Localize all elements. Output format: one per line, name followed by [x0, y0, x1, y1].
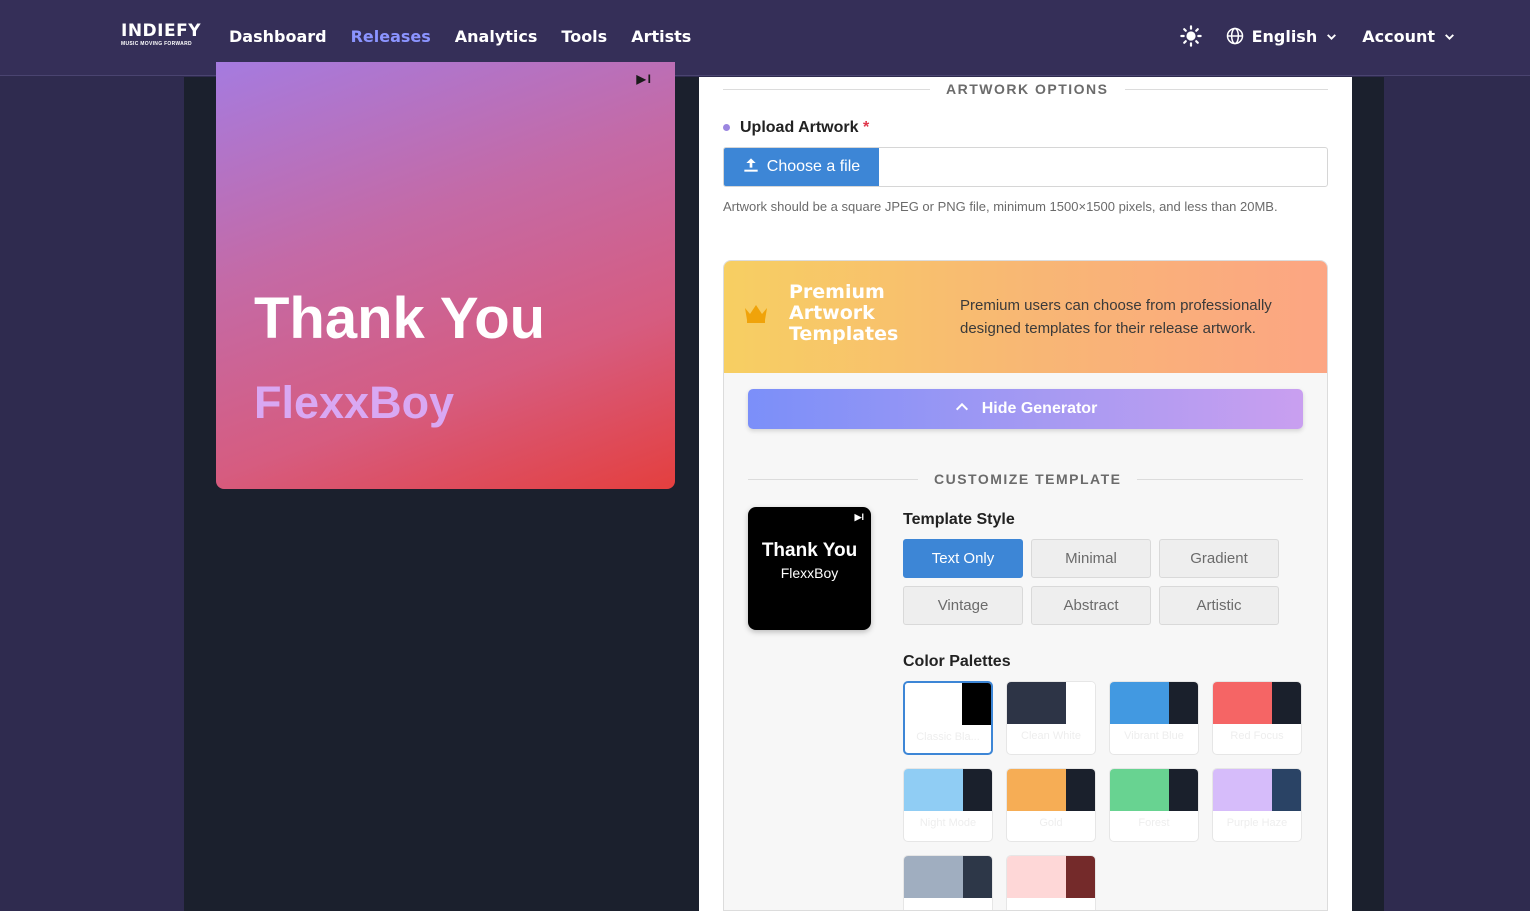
style-gradient[interactable]: Gradient [1159, 539, 1279, 578]
color-palette-option[interactable]: Red Focus [1212, 681, 1302, 755]
style-vintage[interactable]: Vintage [903, 586, 1023, 625]
color-palette-option[interactable]: Forest [1109, 768, 1199, 842]
theme-toggle-icon[interactable] [1179, 25, 1202, 47]
palette-swatch [1007, 769, 1095, 811]
palette-name: Night Mode [919, 817, 977, 829]
palette-swatch [905, 683, 991, 725]
account-label: Account [1362, 26, 1435, 46]
hide-generator-button[interactable]: Hide Generator [748, 389, 1303, 429]
palette-name: Forest [1138, 817, 1170, 829]
logo-word: INDIEFY [121, 21, 202, 41]
palette-name: Red Focus [1230, 730, 1284, 742]
palette-swatch [1007, 856, 1095, 898]
logo-mark-icon: ▶I [854, 512, 864, 522]
file-upload-field[interactable]: Choose a file [723, 147, 1328, 187]
premium-description: Premium users can choose from profession… [960, 297, 1272, 337]
color-palette-options: Classic Bla... Clean White Vibrant Blue Red… [903, 681, 1302, 910]
language-label: English [1251, 26, 1318, 46]
style-abstract[interactable]: Abstract [1031, 586, 1151, 625]
bullet-dot [723, 124, 730, 132]
crown-icon [744, 303, 768, 328]
logo-tagline: MUSIC MOVING FORWARD [121, 41, 192, 47]
language-selector[interactable]: English [1226, 27, 1339, 46]
mini-artist: FlexxBoy [780, 565, 839, 581]
palette-name: Classic Bla... [916, 731, 980, 743]
style-minimal[interactable]: Minimal [1031, 539, 1151, 578]
chevron-down-icon [1443, 30, 1456, 43]
artwork-options-panel: ARTWORK OPTIONS Upload Artwork * Choose … [699, 77, 1352, 911]
palette-swatch [904, 769, 992, 811]
color-palette-option[interactable] [1006, 855, 1096, 910]
color-palette-option[interactable]: Vibrant Blue [1109, 681, 1199, 755]
template-preview-thumbnail: ▶I Thank You FlexxBoy [748, 507, 871, 630]
palette-name: Purple Haze [1226, 817, 1288, 829]
color-palette-option[interactable]: Clean White [1006, 681, 1096, 755]
template-style-options: Text Only Minimal Gradient Vintage Abstr… [903, 539, 1279, 625]
upload-help-text: Artwork should be a square JPEG or PNG f… [723, 199, 1278, 214]
choose-file-button[interactable]: Choose a file [724, 148, 879, 186]
palette-swatch [1110, 682, 1198, 724]
color-palettes-label: Color Palettes [903, 653, 1011, 670]
color-palette-option[interactable]: Purple Haze [1212, 768, 1302, 842]
palette-name: Vibrant Blue [1124, 730, 1184, 742]
upload-icon [743, 157, 759, 178]
palette-swatch [1213, 682, 1301, 724]
preview-artist: FlexxBoy [254, 377, 455, 428]
palette-swatch [1007, 682, 1095, 724]
style-artistic[interactable]: Artistic [1159, 586, 1279, 625]
palette-swatch [1213, 769, 1301, 811]
style-text-only[interactable]: Text Only [903, 539, 1023, 578]
color-palette-option[interactable]: Night Mode [903, 768, 993, 842]
palette-swatch [1110, 769, 1198, 811]
mini-title: Thank You [761, 540, 858, 561]
chevron-down-icon [1325, 30, 1338, 43]
artwork-preview: ▶I Thank You FlexxBoy [216, 62, 675, 489]
right-nav: English Account [1179, 25, 1456, 47]
upload-artwork-label: Upload Artwork * [723, 119, 869, 137]
preview-title: Thank You [254, 286, 546, 351]
globe-icon [1226, 27, 1244, 45]
palette-name: Gold [1039, 817, 1063, 829]
main-nav: Dashboard Releases Analytics Tools Artis… [229, 27, 691, 47]
indiefy-logo[interactable]: INDIEFY MUSIC MOVING FORWARD [121, 22, 201, 47]
chevron-up-icon [954, 399, 970, 420]
nav-analytics[interactable]: Analytics [455, 27, 538, 47]
account-menu[interactable]: Account [1362, 27, 1456, 46]
nav-tools[interactable]: Tools [561, 27, 607, 47]
logo-mark-icon: ▶I [636, 72, 653, 86]
nav-artists[interactable]: Artists [631, 27, 691, 47]
palette-name: Clean White [1021, 730, 1081, 742]
artwork-options-heading: ARTWORK OPTIONS [723, 81, 1328, 97]
nav-dashboard[interactable]: Dashboard [229, 27, 327, 47]
color-palette-option[interactable]: Gold [1006, 768, 1096, 842]
palette-swatch [904, 856, 992, 898]
premium-templates-card: Premium Artwork Templates Premium users … [723, 260, 1328, 911]
customize-template-heading: CUSTOMIZE TEMPLATE [748, 471, 1303, 487]
premium-header: Premium Artwork Templates Premium users … [724, 261, 1327, 373]
template-style-label: Template Style [903, 511, 1015, 528]
premium-title: Premium Artwork Templates [789, 281, 899, 345]
color-palette-option[interactable] [903, 855, 993, 910]
nav-releases[interactable]: Releases [351, 27, 431, 47]
color-palette-option[interactable]: Classic Bla... [903, 681, 993, 755]
